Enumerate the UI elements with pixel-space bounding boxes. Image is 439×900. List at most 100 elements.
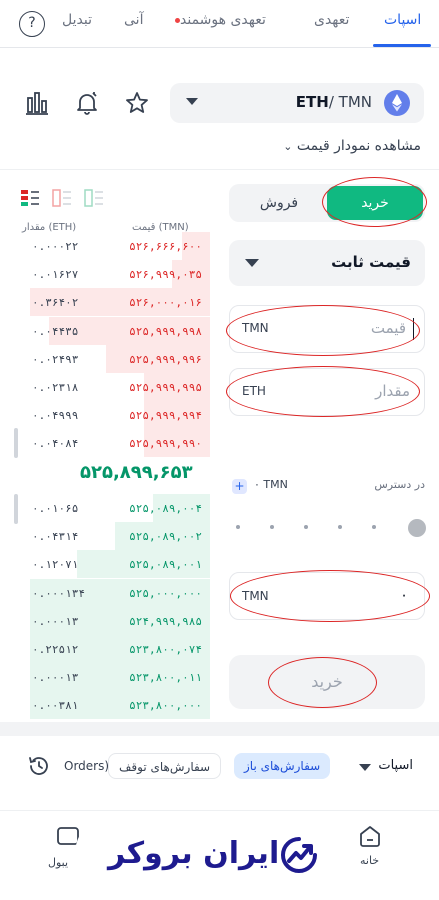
- slider-step-50[interactable]: [304, 525, 308, 529]
- stop-orders-tab[interactable]: سفارش‌های توقف: [108, 753, 222, 779]
- order-type-select[interactable]: قیمت ثابت: [229, 240, 425, 286]
- view-price-chart-link[interactable]: مشاهده نمودار قیمت ⌄: [283, 138, 421, 154]
- watermark-logo-icon: [279, 835, 319, 879]
- orderbook-chart-icon[interactable]: [22, 88, 52, 118]
- ask-price: ۵۲۵,۹۹۹,۹۹۰: [129, 437, 202, 451]
- tab-instant[interactable]: آنی: [124, 12, 143, 28]
- slider-step-0[interactable]: [236, 525, 240, 529]
- ask-row[interactable]: ۵۲۵,۹۹۹,۹۹۰ ۰.۰۴۰۸۴: [20, 429, 210, 458]
- orderbook-scrollbar[interactable]: [14, 428, 18, 458]
- ask-price: ۵۲۵,۹۹۹,۹۹۴: [129, 409, 202, 423]
- top-tabs: اسپات تعهدی تعهدی هوشمند آنی تبدیل ?: [0, 0, 439, 48]
- buy-submit-button[interactable]: خرید: [229, 655, 425, 709]
- ask-row[interactable]: ۵۲۵,۹۹۹,۹۹۸ ۰.۰۴۴۳۵: [20, 316, 210, 345]
- bid-price: ۵۲۳,۸۰۰,۰۷۴: [129, 643, 202, 656]
- ask-amount: ۰.۰۴۹۹۹: [32, 409, 79, 423]
- ask-amount: ۰.۰۲۴۹۳: [32, 352, 79, 366]
- bid-price: ۵۲۳,۸۰۰,۰۰۰: [129, 699, 202, 713]
- orderbook-scrollbar[interactable]: [14, 494, 18, 524]
- total-input[interactable]: TMN ۰: [229, 572, 425, 620]
- amount-unit: ETH: [242, 384, 266, 398]
- market-pair-selector[interactable]: ETH/ TMN: [170, 83, 424, 123]
- ask-amount: ۰.۰۲۳۱۸: [32, 381, 79, 394]
- bid-amount: ۰.۰۰۰۱۳۴: [32, 586, 85, 600]
- price-input[interactable]: TMN قیمت: [229, 305, 425, 353]
- ask-row[interactable]: ۵۲۶,۰۰۰,۰۱۶ ۰.۳۶۴۰۲: [20, 288, 210, 317]
- home-icon[interactable]: [357, 823, 383, 853]
- open-orders-tab[interactable]: سفارش‌های باز: [234, 753, 331, 779]
- chevron-down-icon: ⌄: [283, 140, 293, 153]
- deposit-plus-button[interactable]: +: [232, 479, 247, 494]
- chevron-down-icon: [359, 764, 371, 771]
- orderbook-view-asks-icon[interactable]: [52, 188, 72, 212]
- orders-market-select[interactable]: اسپات: [378, 758, 413, 773]
- chevron-down-icon: [245, 259, 259, 267]
- ask-amount: ۰.۰۱۶۲۷: [32, 268, 79, 282]
- ask-row[interactable]: ۵۲۶,۶۶۶,۶۰۰ ۰.۰۰۰۲۲: [20, 232, 210, 260]
- tab-smart-futures[interactable]: تعهدی هوشمند: [172, 12, 266, 28]
- price-placeholder: قیمت: [370, 319, 406, 337]
- ask-amount: ۰.۰۴۰۸۴: [32, 437, 79, 451]
- pair-separator: /: [328, 93, 339, 111]
- bid-row[interactable]: ۵۲۵,۰۰۰,۰۰۰ ۰.۰۰۰۱۳۴: [20, 578, 210, 607]
- bid-amount: ۰.۰۰۰۱۳: [32, 614, 79, 628]
- help-icon[interactable]: ?: [19, 11, 45, 37]
- nav-home-label[interactable]: خانه: [360, 854, 379, 867]
- bid-amount: ۰.۰۰۳۸۱: [32, 699, 79, 713]
- view-price-chart-label: مشاهده نمودار قیمت: [296, 138, 421, 154]
- bid-row[interactable]: ۵۲۵,۰۸۹,۰۰۱ ۰.۱۲۰۷۱: [20, 550, 210, 579]
- ask-row[interactable]: ۵۲۵,۹۹۹,۹۹۶ ۰.۰۲۴۹۳: [20, 344, 210, 373]
- amount-slider[interactable]: [236, 528, 416, 530]
- ask-price: ۵۲۶,۹۹۹,۰۳۵: [129, 268, 202, 282]
- bid-price: ۵۲۴,۹۹۹,۹۸۵: [129, 614, 202, 628]
- slider-thumb[interactable]: [408, 519, 426, 537]
- bid-price: ۵۲۵,۰۸۹,۰۰۱: [129, 558, 202, 572]
- ask-row[interactable]: ۵۲۶,۹۹۹,۰۳۵ ۰.۰۱۶۲۷: [20, 260, 210, 289]
- sell-tab[interactable]: فروش: [231, 186, 327, 220]
- ask-row[interactable]: ۵۲۵,۹۹۹,۹۹۴ ۰.۰۴۹۹۹: [20, 401, 210, 430]
- available-balance-label: در دسترس: [374, 478, 425, 491]
- tab-smart-futures-label: تعهدی هوشمند: [180, 12, 266, 28]
- bid-price: ۵۲۵,۰۸۹,۰۰۲: [129, 530, 202, 544]
- chevron-down-icon: [186, 98, 198, 105]
- bid-row[interactable]: ۵۲۳,۸۰۰,۰۱۱ ۰.۰۰۰۱۳: [20, 663, 210, 692]
- buy-tab[interactable]: خرید: [327, 186, 423, 220]
- text-cursor: [412, 318, 414, 340]
- ask-row[interactable]: ۵۲۵,۹۹۹,۹۹۵ ۰.۰۲۳۱۸: [20, 373, 210, 401]
- order-history-icon[interactable]: [27, 754, 51, 782]
- pair-base: ETH: [295, 93, 329, 111]
- bid-row[interactable]: ۵۲۳,۸۰۰,۰۰۰ ۰.۰۰۳۸۱: [20, 691, 210, 720]
- bid-row[interactable]: ۵۲۵,۰۸۹,۰۰۴ ۰.۰۱۰۶۵: [20, 494, 210, 522]
- bid-amount: ۰.۲۲۵۱۲: [32, 643, 79, 656]
- price-unit: TMN: [242, 321, 269, 335]
- section-separator: [0, 722, 439, 736]
- ask-amount: ۰.۰۰۰۲۲: [32, 240, 79, 253]
- buy-sell-toggle: فروش خرید: [229, 184, 425, 222]
- last-trade-price: ۵۲۵,۸۹۹,۶۵۳: [80, 462, 193, 483]
- bid-price: ۵۲۵,۰۸۹,۰۰۴: [129, 502, 202, 515]
- ethereum-icon: [384, 90, 410, 116]
- orderbook-view-bids-icon[interactable]: [84, 188, 104, 212]
- orderbook-view-both-icon[interactable]: [20, 188, 40, 212]
- bid-price: ۵۲۳,۸۰۰,۰۱۱: [129, 671, 202, 685]
- bid-price: ۵۲۵,۰۰۰,۰۰۰: [129, 586, 202, 600]
- slider-step-75[interactable]: [338, 525, 342, 529]
- total-value: ۰: [399, 586, 408, 604]
- tab-futures[interactable]: تعهدی: [314, 12, 349, 28]
- nav-wallet-label[interactable]: یبول: [48, 856, 68, 869]
- active-tab-indicator: [373, 44, 431, 47]
- bid-row[interactable]: ۵۲۳,۸۰۰,۰۷۴ ۰.۲۲۵۱۲: [20, 635, 210, 663]
- pair-quote: TMN: [338, 93, 372, 111]
- bid-amount: ۰.۰۰۰۱۳: [32, 671, 79, 685]
- tab-spot[interactable]: اسپات: [384, 12, 421, 28]
- favorite-star-icon[interactable]: [122, 88, 152, 118]
- amount-input[interactable]: ETH مقدار: [229, 368, 425, 416]
- bid-row[interactable]: ۵۲۴,۹۹۹,۹۸۵ ۰.۰۰۰۱۳: [20, 606, 210, 635]
- bid-row[interactable]: ۵۲۵,۰۸۹,۰۰۲ ۰.۰۴۳۱۴: [20, 522, 210, 551]
- price-alert-bell-icon[interactable]: [72, 88, 102, 118]
- watermark-text: ایران بروکر: [108, 836, 280, 871]
- slider-step-25[interactable]: [270, 525, 274, 529]
- slider-step-90[interactable]: [372, 525, 376, 529]
- tab-convert[interactable]: تبدیل: [62, 12, 92, 28]
- pair-label: ETH/ TMN: [296, 93, 372, 111]
